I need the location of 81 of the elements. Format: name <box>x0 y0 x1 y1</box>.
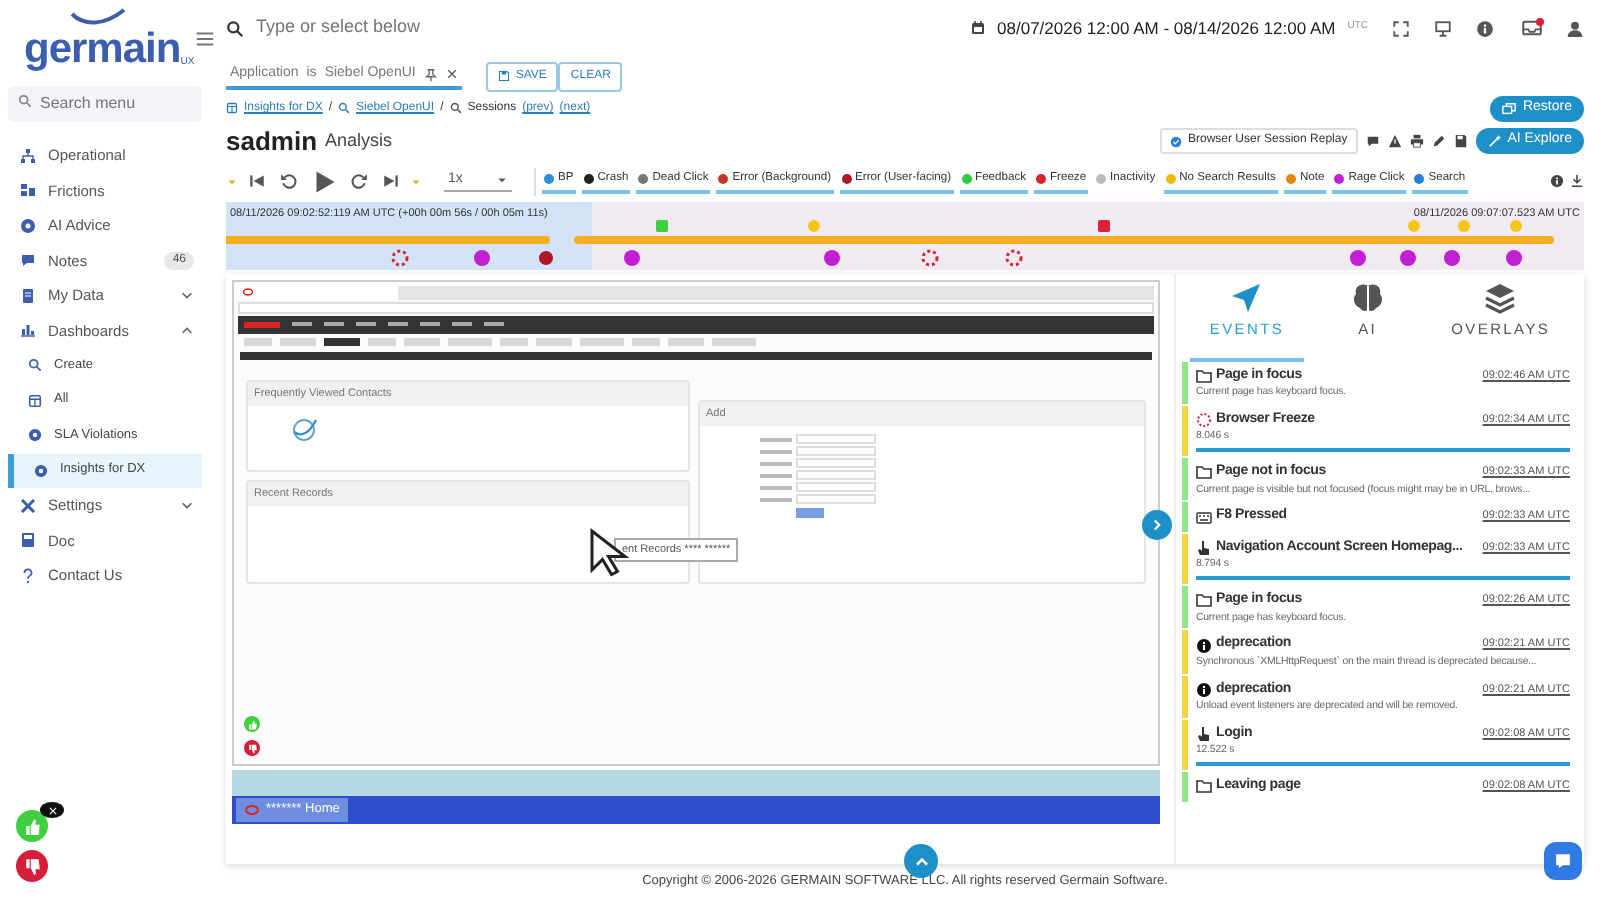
speech-bubble-icon <box>20 252 36 269</box>
inbox-icon[interactable] <box>1522 18 1542 38</box>
app-logo-icon <box>244 802 260 818</box>
blocks-icon <box>20 182 36 199</box>
caret-icon <box>496 174 508 186</box>
restore-icon <box>1502 101 1517 116</box>
folder-icon <box>1196 778 1212 795</box>
thumbs-down-icon <box>244 740 260 756</box>
pin-icon[interactable] <box>423 67 438 81</box>
calendar-icon[interactable] <box>969 20 986 36</box>
fullscreen-icon[interactable] <box>1392 19 1410 37</box>
app-logo-icon <box>242 286 254 298</box>
search-icon <box>226 19 244 37</box>
info-icon[interactable] <box>1476 19 1494 37</box>
thumbs-down-icon <box>23 857 41 875</box>
calendar-icon <box>28 393 42 408</box>
presentation-icon[interactable] <box>1434 19 1452 37</box>
thumbs-up-icon <box>244 716 260 732</box>
book-icon <box>20 532 36 549</box>
paper-plane-icon <box>1230 281 1263 313</box>
layers-icon <box>1484 281 1517 313</box>
play-icon[interactable] <box>312 169 336 193</box>
warning-icon[interactable] <box>1387 134 1402 148</box>
folder-icon <box>1196 464 1212 481</box>
chat-icon <box>1552 850 1574 872</box>
disc-icon <box>28 428 42 443</box>
network-icon <box>20 147 36 164</box>
search-icon <box>449 102 462 115</box>
comment-icon[interactable] <box>1365 134 1380 148</box>
check-icon <box>1170 135 1182 147</box>
search-menu-field[interactable]: Search menu <box>8 86 202 122</box>
chevron-right-icon <box>1148 516 1166 534</box>
hand-icon <box>1196 540 1212 556</box>
skip-back-icon[interactable] <box>248 172 266 190</box>
page-subtitle: Analysis <box>325 127 393 154</box>
search-icon <box>28 358 42 373</box>
menu-icon[interactable] <box>194 28 217 50</box>
keyboard-icon <box>1196 509 1212 525</box>
info-icon <box>1196 637 1212 653</box>
close-icon[interactable] <box>445 68 458 80</box>
disc-icon <box>20 217 36 234</box>
session-user-title: sadmin <box>226 123 318 160</box>
question-mark-icon <box>20 567 36 584</box>
skip-forward-icon[interactable] <box>382 172 400 190</box>
pencil-icon[interactable] <box>1431 134 1446 148</box>
folder-icon <box>1196 367 1212 384</box>
thumbs-up-icon <box>23 817 41 835</box>
hand-icon <box>1196 726 1212 742</box>
redo-icon[interactable] <box>350 172 368 190</box>
close-icon <box>47 805 57 815</box>
search-icon <box>338 102 351 115</box>
bar-chart-icon <box>20 322 36 339</box>
download-icon[interactable] <box>1570 174 1584 188</box>
chevron-down-icon[interactable] <box>180 288 194 303</box>
save-icon[interactable] <box>1453 134 1468 148</box>
wand-icon <box>1487 134 1502 148</box>
dashboard-icon <box>226 102 238 115</box>
expand-button[interactable] <box>1142 510 1172 540</box>
logo-swoosh-icon <box>68 8 128 28</box>
info-icon[interactable] <box>1550 174 1564 188</box>
save-icon <box>497 70 510 82</box>
user-icon[interactable] <box>1566 19 1584 37</box>
logo-wordmark: germain <box>24 28 181 70</box>
print-icon[interactable] <box>1409 134 1424 148</box>
search-icon <box>18 94 32 108</box>
app-logo <box>244 321 280 327</box>
scroll-top-button[interactable] <box>904 844 938 878</box>
disc-icon <box>34 463 48 478</box>
brain-icon <box>1351 281 1384 313</box>
folder-icon <box>1196 592 1212 609</box>
crossed-tools-icon <box>20 497 36 514</box>
date-range[interactable]: 08/07/2026 12:00 AM - 08/14/2026 12:00 AM <box>997 15 1336 41</box>
chevron-down-icon[interactable] <box>180 498 194 513</box>
document-icon <box>20 287 36 304</box>
chat-button[interactable] <box>1544 842 1582 880</box>
info-icon <box>1196 681 1212 698</box>
chevron-up-icon[interactable] <box>180 323 194 338</box>
freeze-icon <box>1196 412 1212 428</box>
loading-spinner-icon <box>288 413 320 446</box>
replay-icon[interactable] <box>280 172 298 190</box>
timeline-events-drawing[interactable] <box>226 219 1554 266</box>
